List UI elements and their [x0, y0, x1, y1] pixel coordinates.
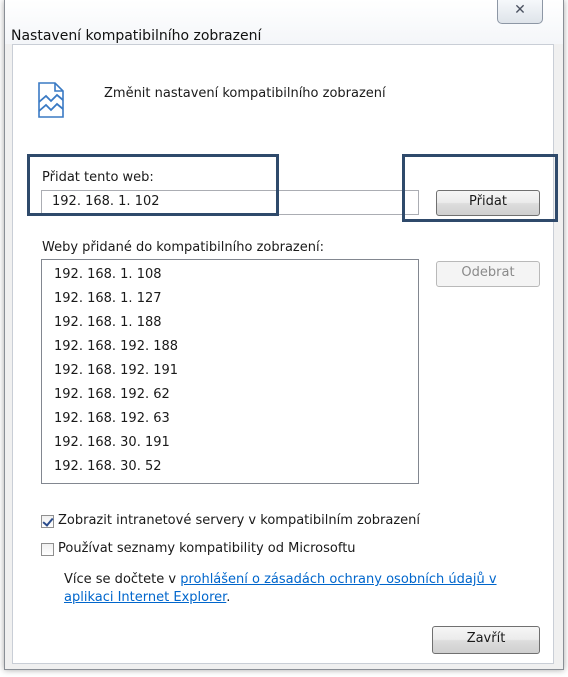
privacy-info-text: Více se dočtete v prohlášení o zásadách … — [64, 571, 534, 607]
sites-list[interactable]: 192. 168. 1. 108 192. 168. 1. 127 192. 1… — [41, 259, 419, 484]
list-item[interactable]: 192. 168. 192. 188 — [42, 335, 418, 359]
list-item[interactable]: 192. 168. 1. 108 — [42, 263, 418, 287]
list-item[interactable]: 192. 168. 1. 127 — [42, 287, 418, 311]
info-prefix: Více se dočtete v — [64, 572, 181, 587]
list-item[interactable]: 192. 168. 30. 52 — [42, 455, 418, 479]
privacy-link-part-2[interactable]: aplikaci Internet Explorer — [64, 590, 226, 605]
microsoft-lists-checkbox[interactable] — [41, 542, 54, 556]
compatibility-view-icon — [38, 82, 64, 118]
list-item[interactable]: 192. 168. 192. 191 — [42, 359, 418, 383]
privacy-link-part-1[interactable]: prohlášení o zásadách ochrany osobních ú… — [180, 572, 496, 587]
info-suffix: . — [226, 590, 231, 605]
list-item[interactable]: 192. 168. 30. 191 — [42, 431, 418, 455]
close-icon: ✕ — [514, 2, 526, 18]
list-item[interactable]: 192. 168. 192. 63 — [42, 407, 418, 431]
remove-button[interactable]: Odebrat — [436, 261, 540, 287]
list-item[interactable]: 192. 168. 1. 188 — [42, 311, 418, 335]
intranet-checkbox-label: Zobrazit intranetové servery v kompatibi… — [58, 513, 421, 528]
title-bar: Nastavení kompatibilního zobrazení ✕ — [5, 0, 563, 44]
intranet-checkbox[interactable] — [41, 514, 54, 528]
intranet-option[interactable]: Zobrazit intranetové servery v kompatibi… — [41, 512, 420, 530]
highlight-box-add-button — [402, 154, 558, 222]
sites-list-label: Weby přidané do kompatibilního zobrazení… — [42, 240, 324, 255]
highlight-box-input — [27, 154, 279, 216]
close-button[interactable]: Zavřít — [432, 626, 540, 654]
window-title: Nastavení kompatibilního zobrazení — [11, 28, 262, 44]
close-window-button[interactable]: ✕ — [497, 0, 543, 24]
list-item[interactable]: 192. 168. 192. 62 — [42, 383, 418, 407]
header-text: Změnit nastavení kompatibilního zobrazen… — [104, 86, 386, 101]
microsoft-lists-option[interactable]: Používat seznamy kompatibility od Micros… — [41, 540, 356, 558]
microsoft-lists-checkbox-label: Používat seznamy kompatibility od Micros… — [58, 541, 356, 556]
